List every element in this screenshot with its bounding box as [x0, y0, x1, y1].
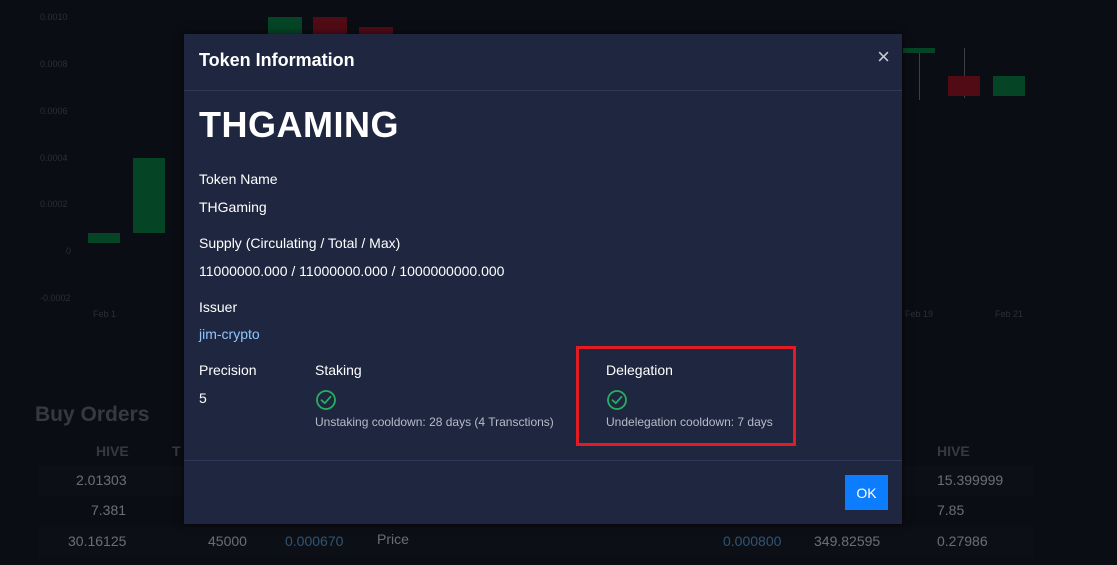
staking-label: Staking — [315, 362, 362, 378]
modal-header: Token Information × — [184, 34, 902, 91]
modal-title: Token Information — [199, 50, 355, 70]
token-name-value: THGaming — [199, 199, 267, 215]
modal-footer: OK — [184, 460, 902, 525]
token-name-label: Token Name — [199, 171, 278, 187]
ok-button[interactable]: OK — [845, 475, 888, 510]
precision-label: Precision — [199, 362, 257, 378]
supply-value: 11000000.000 / 11000000.000 / 1000000000… — [199, 263, 505, 279]
precision-value: 5 — [199, 390, 207, 406]
token-information-modal: Token Information × THGAMING Token Name … — [184, 34, 902, 524]
delegation-highlight-box — [576, 346, 796, 446]
issuer-link[interactable]: jim-crypto — [199, 326, 260, 342]
staking-cooldown-note: Unstaking cooldown: 28 days (4 Transctio… — [315, 415, 554, 429]
staking-check-icon — [316, 390, 336, 410]
issuer-label: Issuer — [199, 299, 238, 315]
token-symbol: THGAMING — [199, 104, 399, 145]
close-icon[interactable]: × — [877, 46, 890, 68]
supply-label: Supply (Circulating / Total / Max) — [199, 235, 401, 251]
